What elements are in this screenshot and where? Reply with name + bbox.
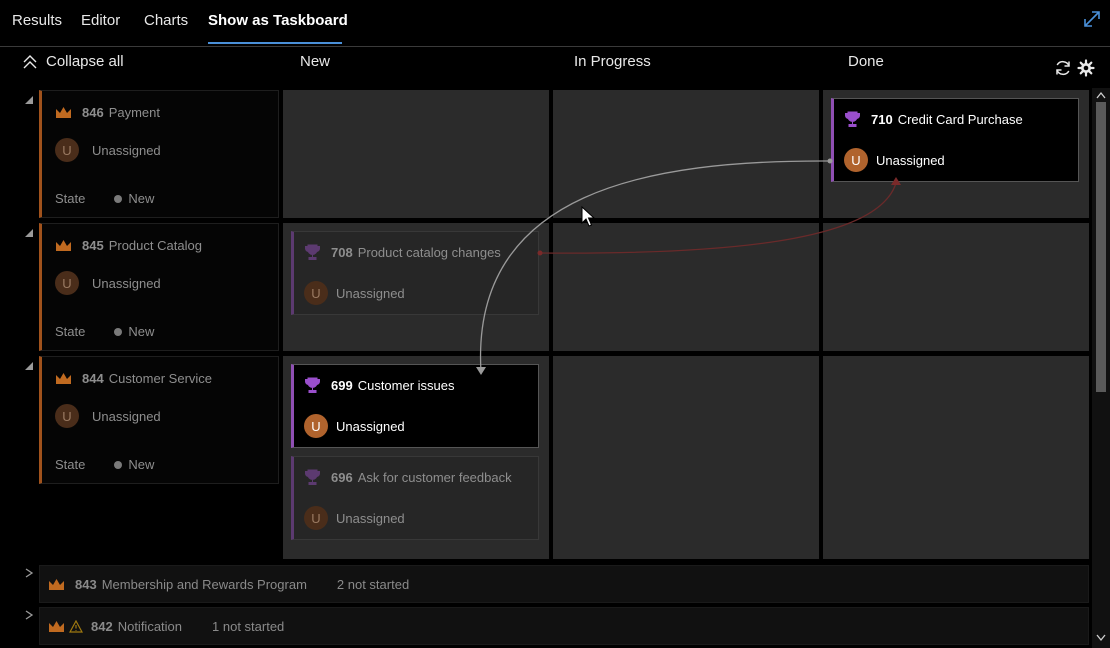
view-tab-bar: Results Editor Charts Show as Taskboard bbox=[0, 0, 1110, 47]
avatar: U bbox=[304, 414, 328, 438]
avatar: U bbox=[55, 138, 79, 162]
work-item-id: 699 bbox=[331, 378, 353, 393]
state-label: State bbox=[55, 457, 86, 472]
epic-title[interactable]: Product Catalog bbox=[109, 238, 202, 253]
collapse-all-label: Collapse all bbox=[46, 53, 124, 70]
swimlane-843[interactable]: 843 Membership and Rewards Program 2 not… bbox=[39, 565, 1089, 603]
scrollbar-thumb[interactable] bbox=[1096, 102, 1106, 392]
epic-id: 845 bbox=[82, 238, 104, 253]
work-item-title[interactable]: Customer issues bbox=[358, 378, 455, 393]
tab-results[interactable]: Results bbox=[12, 12, 62, 29]
avatar: U bbox=[304, 281, 328, 305]
active-tab-indicator bbox=[208, 42, 342, 44]
state-label: State bbox=[55, 191, 86, 206]
avatar: U bbox=[844, 148, 868, 172]
collapse-lane-846-icon[interactable] bbox=[24, 95, 34, 105]
work-item-title[interactable]: Product catalog changes bbox=[358, 245, 501, 260]
assignee-label: Unassigned bbox=[92, 142, 161, 158]
work-item-title[interactable]: Credit Card Purchase bbox=[898, 112, 1023, 127]
trophy-icon bbox=[304, 469, 321, 485]
crown-icon bbox=[56, 372, 71, 384]
epic-card-844[interactable]: 844 Customer Service U Unassigned State … bbox=[39, 356, 279, 484]
gear-icon[interactable] bbox=[1077, 59, 1095, 77]
mouse-cursor-icon bbox=[581, 206, 595, 227]
state-dot-icon bbox=[114, 460, 123, 469]
assignee-label: Unassigned bbox=[92, 275, 161, 291]
crown-icon bbox=[49, 578, 64, 590]
state-dot-icon bbox=[114, 194, 123, 203]
epic-id: 844 bbox=[82, 371, 104, 386]
trophy-icon bbox=[304, 244, 321, 260]
crown-icon bbox=[56, 239, 71, 251]
epic-id: 842 bbox=[91, 619, 113, 634]
epic-title[interactable]: Customer Service bbox=[109, 371, 212, 386]
lane-summary: 2 not started bbox=[336, 577, 410, 592]
expand-icon[interactable] bbox=[1082, 9, 1102, 29]
assignee-label: Unassigned bbox=[336, 285, 405, 301]
tab-editor[interactable]: Editor bbox=[81, 12, 120, 29]
state-value: New bbox=[128, 324, 155, 339]
work-item-id: 708 bbox=[331, 245, 353, 260]
refresh-icon[interactable] bbox=[1054, 59, 1072, 77]
work-item-card-696[interactable]: 696 Ask for customer feedback U Unassign… bbox=[291, 456, 539, 540]
vertical-scrollbar[interactable] bbox=[1092, 88, 1110, 648]
work-item-card-710[interactable]: 710 Credit Card Purchase U Unassigned bbox=[831, 98, 1079, 182]
expand-lane-842-icon[interactable] bbox=[24, 610, 34, 620]
cell-845-in-progress bbox=[553, 223, 819, 351]
avatar: U bbox=[55, 404, 79, 428]
cell-844-in-progress bbox=[553, 356, 819, 559]
epic-id: 843 bbox=[75, 577, 97, 592]
epic-id: 846 bbox=[82, 105, 104, 120]
work-item-id: 696 bbox=[331, 470, 353, 485]
scroll-down-icon[interactable] bbox=[1096, 634, 1106, 642]
state-dot-icon bbox=[114, 327, 123, 336]
trophy-icon bbox=[304, 377, 321, 393]
cell-846-new bbox=[283, 90, 549, 218]
epic-title[interactable]: Membership and Rewards Program bbox=[102, 577, 307, 592]
crown-icon bbox=[49, 620, 64, 632]
state-label: State bbox=[55, 324, 86, 339]
epic-title[interactable]: Payment bbox=[109, 105, 160, 120]
tab-charts[interactable]: Charts bbox=[144, 12, 188, 29]
epic-card-845[interactable]: 845 Product Catalog U Unassigned State N… bbox=[39, 223, 279, 351]
column-header-in-progress: In Progress bbox=[574, 53, 651, 70]
crown-icon bbox=[56, 106, 71, 118]
epic-title[interactable]: Notification bbox=[118, 619, 182, 634]
cell-844-done bbox=[823, 356, 1089, 559]
scroll-up-icon[interactable] bbox=[1096, 91, 1106, 99]
column-header-new: New bbox=[300, 53, 331, 70]
avatar: U bbox=[55, 271, 79, 295]
collapse-lane-845-icon[interactable] bbox=[24, 228, 34, 238]
work-item-card-699[interactable]: 699 Customer issues U Unassigned bbox=[291, 364, 539, 448]
cell-845-done bbox=[823, 223, 1089, 351]
work-item-id: 710 bbox=[871, 112, 893, 127]
lane-summary: 1 not started bbox=[212, 619, 285, 634]
swimlane-842[interactable]: 842 Notification 1 not started bbox=[39, 607, 1089, 645]
assignee-label: Unassigned bbox=[876, 152, 945, 168]
state-value: New bbox=[128, 191, 155, 206]
column-header-done: Done bbox=[848, 53, 884, 70]
warning-icon bbox=[69, 620, 83, 633]
assignee-label: Unassigned bbox=[336, 510, 405, 526]
trophy-icon bbox=[844, 111, 861, 127]
expand-lane-843-icon[interactable] bbox=[24, 568, 34, 578]
avatar: U bbox=[304, 506, 328, 530]
work-item-card-708[interactable]: 708 Product catalog changes U Unassigned bbox=[291, 231, 539, 315]
tab-show-as-taskboard[interactable]: Show as Taskboard bbox=[208, 12, 348, 29]
state-value: New bbox=[128, 457, 155, 472]
work-item-title[interactable]: Ask for customer feedback bbox=[358, 470, 512, 485]
double-chevron-up-icon bbox=[23, 54, 37, 68]
assignee-label: Unassigned bbox=[92, 408, 161, 424]
collapse-all-button[interactable]: Collapse all bbox=[22, 53, 124, 70]
collapse-lane-844-icon[interactable] bbox=[24, 361, 34, 371]
cell-846-in-progress bbox=[553, 90, 819, 218]
assignee-label: Unassigned bbox=[336, 418, 405, 434]
epic-card-846[interactable]: 846 Payment U Unassigned State New bbox=[39, 90, 279, 218]
